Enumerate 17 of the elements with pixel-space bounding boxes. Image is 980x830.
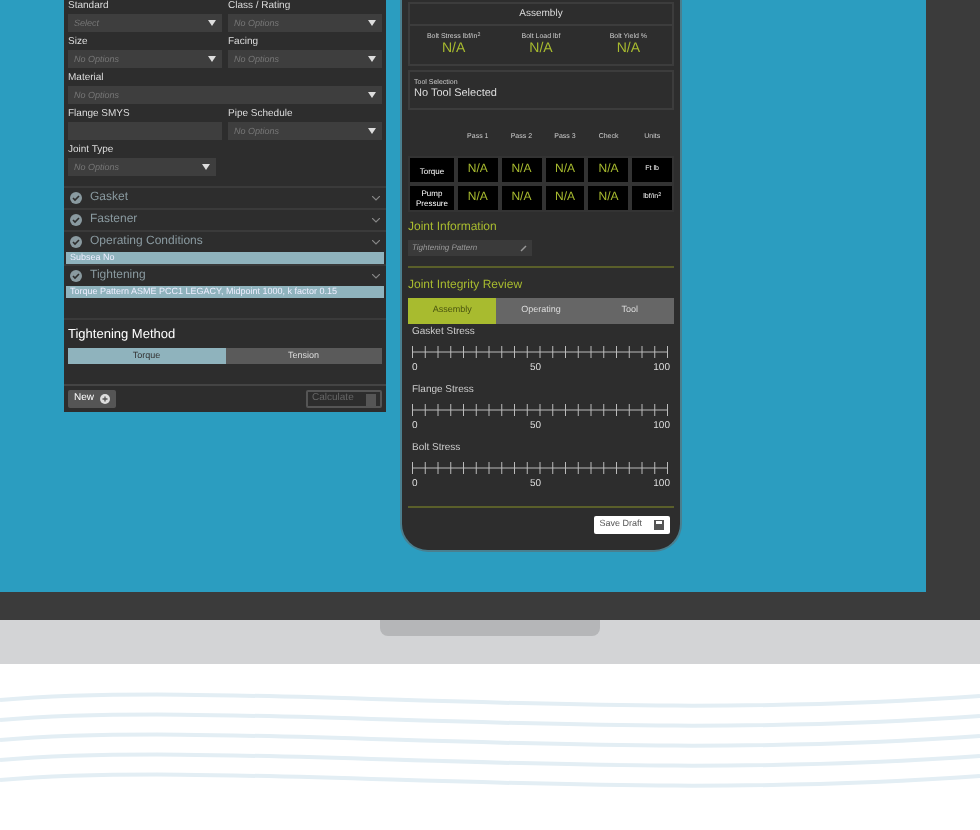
- check-circle-icon: [70, 192, 82, 204]
- caret-icon: [368, 20, 376, 26]
- save-icon: [654, 520, 664, 530]
- caret-icon: [368, 56, 376, 62]
- check-circle-icon: [70, 236, 82, 248]
- caret-icon: [208, 56, 216, 62]
- caret-icon: [368, 92, 376, 98]
- check-circle-icon: [70, 214, 82, 226]
- chevron-down-icon: [372, 273, 380, 279]
- caret-icon: [368, 128, 376, 134]
- chevron-down-icon: [372, 195, 380, 201]
- chevron-down-icon: [372, 217, 380, 223]
- chevron-down-icon: [372, 239, 380, 245]
- check-circle-icon: [70, 270, 82, 282]
- caret-icon: [202, 164, 210, 170]
- caret-icon: [208, 20, 216, 26]
- plus-circle-icon: [100, 394, 111, 404]
